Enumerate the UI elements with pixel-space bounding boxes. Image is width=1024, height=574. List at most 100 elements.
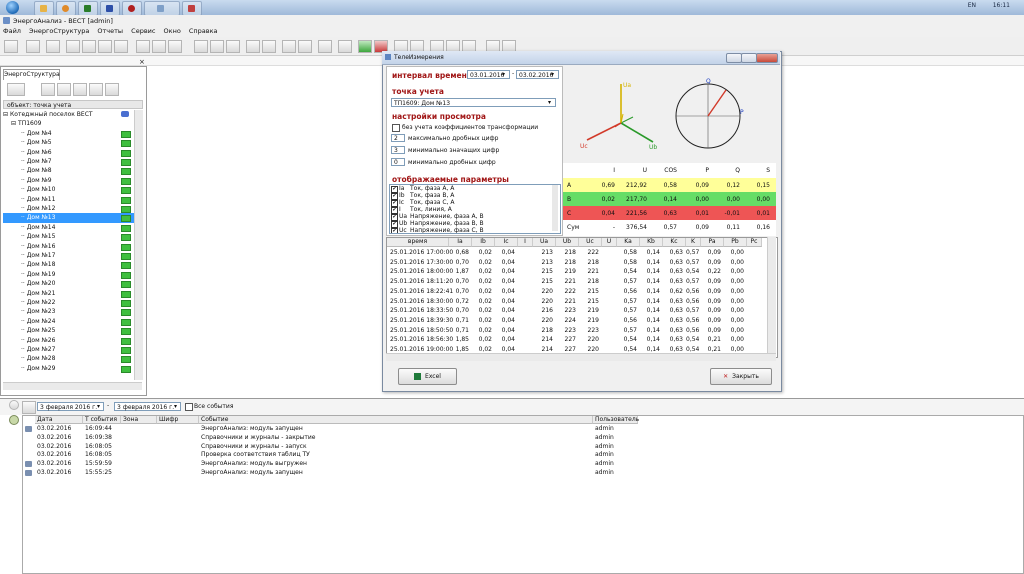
refresh-icon[interactable] [136,40,150,53]
language-indicator[interactable]: EN [968,2,976,9]
app-icon[interactable] [78,1,98,16]
tree-item[interactable]: ·· Дом №24 [3,317,134,326]
clock[interactable]: 16:11 [993,2,1010,9]
table-header-cell[interactable]: Pc [747,238,762,247]
events-date-from[interactable]: 3 февраля 2016 г. [37,402,104,411]
close-window-button[interactable] [756,53,778,63]
events-row[interactable]: 03.02.2016 16:08:05 Проверка соответствия … [23,451,633,460]
excel-button[interactable]: Excel [398,368,457,385]
param-item[interactable]: ✔ I Ток, линия, А [390,206,560,214]
table-row[interactable]: 25.01.2016 18:30:00 0,72 0,02 0,04 220 221 215… [387,296,767,306]
table-header-cell[interactable]: Ka [617,238,640,247]
all-events-checkbox[interactable] [185,403,193,411]
events-header-cell[interactable]: Шифр [157,416,199,424]
table-row[interactable]: 25.01.2016 17:30:00 0,70 0,02 0,04 213 218 218… [387,257,767,267]
maximize-button[interactable] [741,53,757,63]
close-panel-icon[interactable]: × [139,58,145,66]
tree-item[interactable]: ·· Дом №4 [3,129,134,138]
table-vertical-scrollbar[interactable] [767,237,776,356]
min-significant-spinner[interactable]: 3 [391,146,405,154]
table-header-cell[interactable]: Ic [495,238,518,247]
menu-energy-structure[interactable]: ЭнергоСтруктура [29,27,89,35]
tree-item[interactable]: ·· Дом №14 [3,223,134,232]
minimize-button[interactable] [726,53,742,63]
refresh-events-icon[interactable] [22,401,36,414]
table-row[interactable]: 25.01.2016 18:22:41 0,70 0,02 0,04 220 222 215… [387,286,767,296]
table-horizontal-scrollbar[interactable] [386,353,776,361]
param-item[interactable]: ✔ Ib Ток, фаза B, А [390,192,560,200]
events-row[interactable]: 03.02.2016 15:55:25 ЭнергоАнализ: модуль з… [23,469,633,478]
play-icon[interactable] [358,40,372,53]
param-item[interactable]: ✔ Uc Напряжение, фаза C, В [390,227,560,233]
table-row[interactable]: 25.01.2016 18:39:30 0,71 0,02 0,04 220 224 219… [387,315,767,325]
table-row[interactable]: 25.01.2016 18:33:50 0,70 0,02 0,04 216 223 219… [387,305,767,315]
report-icon[interactable] [194,40,208,53]
events-row[interactable]: 03.02.2016 16:09:38 Справочники и журналы … [23,434,633,443]
table-header-cell[interactable]: Pa [701,238,724,247]
events-header-cell[interactable]: Зона [121,416,157,424]
expand-icon[interactable]: ⊟ [3,111,8,118]
bar-chart-icon[interactable] [262,40,276,53]
tab-energy-structure[interactable]: ЭнергоСтруктура [3,69,60,80]
table-header-cell[interactable]: Ia [449,238,472,247]
table-header-cell[interactable]: U [602,238,617,247]
tree-icon[interactable] [73,83,87,96]
tree-item[interactable]: ·· Дом №12 [3,204,134,213]
tree-item[interactable]: ·· Дом №29 [3,364,134,373]
tree-item[interactable]: ·· Дом №25 [3,326,134,336]
connect-icon[interactable] [4,40,18,53]
document-icon[interactable] [168,40,182,53]
param-item[interactable]: ✔ Ic Ток, фаза C, А [390,199,560,207]
network-icon[interactable] [282,40,296,53]
edit-icon[interactable] [121,111,129,117]
events-row[interactable]: 03.02.2016 16:08:05 Справочники и журналы … [23,443,633,452]
table-header-cell[interactable]: Ub [556,238,579,247]
params-scrollbar[interactable] [552,185,558,231]
table-header-cell[interactable]: Kc [663,238,686,247]
table-header-cell[interactable]: Kb [640,238,663,247]
table-header-cell[interactable]: Pb [724,238,747,247]
tree-vertical-scrollbar[interactable] [134,110,143,380]
app-icon[interactable] [122,1,142,16]
tree-item[interactable]: ·· Дом №22 [3,298,134,307]
report-icon[interactable] [226,40,240,53]
table-header-cell[interactable]: K [686,238,701,247]
menu-file[interactable]: Файл [3,27,21,35]
tree-item[interactable]: ·· Дом №7 [3,157,134,166]
print-preview-icon[interactable] [98,40,112,53]
energy-app-taskbar-icon[interactable] [144,1,180,16]
delete-icon[interactable] [114,40,128,53]
tree-item[interactable]: ·· Дом №23 [3,307,134,317]
menu-window[interactable]: Окно [164,27,181,35]
tree-item[interactable]: ·· Дом №15 [3,232,134,242]
events-header-cell[interactable]: Событие [199,416,593,424]
tree-item[interactable]: ·· Дом №13 [3,213,134,223]
tree-item[interactable]: ·· Дом №21 [3,289,134,298]
tree-item[interactable]: ·· Дом №5 [3,138,134,148]
explorer-icon[interactable] [34,1,54,16]
gear-icon[interactable] [9,415,19,425]
min-decimals-spinner[interactable]: 0 [391,158,405,166]
tree-item[interactable]: ·· Дом №26 [3,336,134,345]
tree-item[interactable]: ·· Дом №8 [3,166,134,176]
tree-item[interactable]: ·· Дом №28 [3,354,134,364]
report-icon[interactable] [210,40,224,53]
param-item[interactable]: ✔ Ub Напряжение, фаза B, В [390,220,560,228]
param-item[interactable]: ✔ Ia Ток, фаза A, А [390,185,560,193]
events-row[interactable]: 03.02.2016 15:59:59 ЭнергоАнализ: модуль в… [23,460,633,469]
table-header-cell[interactable]: Uc [579,238,602,247]
start-button[interactable] [2,0,24,15]
open-icon[interactable] [26,40,40,53]
param-item[interactable]: ✔ Ua Напряжение, фаза A, В [390,213,560,221]
chart-icon[interactable] [318,40,332,53]
tree-icon[interactable] [57,83,71,96]
events-date-to[interactable]: 3 февраля 2016 г. [114,402,181,411]
network-icon[interactable] [298,40,312,53]
tree-icon[interactable] [41,83,55,96]
table-row[interactable]: 25.01.2016 18:56:30 1,85 0,02 0,04 214 227 220… [387,334,767,344]
tree-item[interactable]: ·· Дом №19 [3,270,134,279]
table-header-cell[interactable]: I [518,238,533,247]
chart-icon[interactable] [338,40,352,53]
table-row[interactable]: 25.01.2016 17:00:00 0,68 0,02 0,04 213 218 222… [387,247,767,257]
search-icon[interactable] [105,83,119,96]
